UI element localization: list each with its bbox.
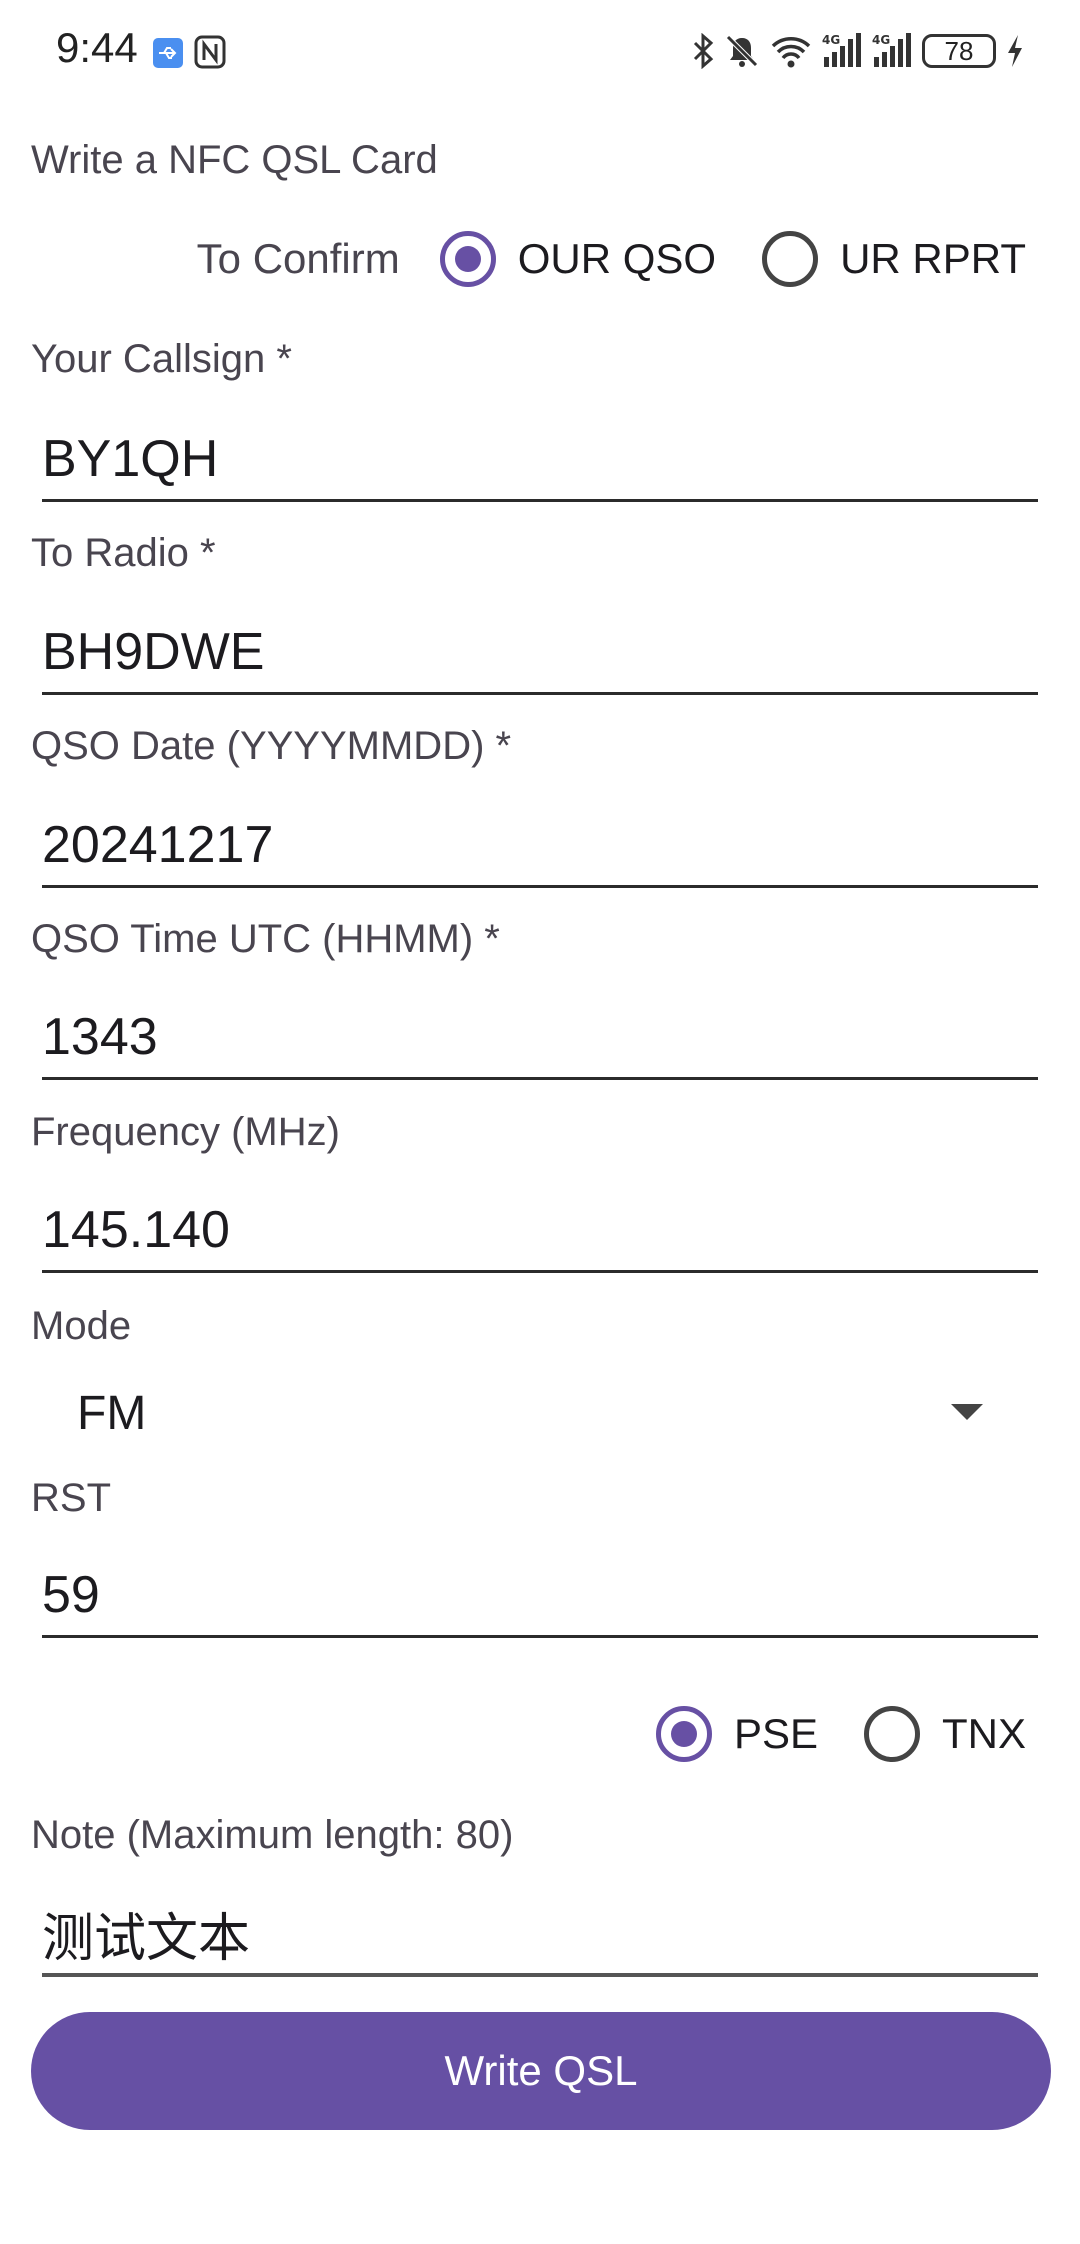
svg-text:4G: 4G	[872, 33, 890, 47]
radio-label: TNX	[942, 1710, 1026, 1757]
dropdown-arrow-icon	[951, 1404, 983, 1420]
mute-icon	[726, 35, 758, 67]
radio-ur-rprt[interactable]: UR RPRT	[762, 231, 1026, 287]
confirm-radio-group: To Confirm OUR QSO UR RPRT	[197, 231, 1026, 287]
radio-our-qso[interactable]: OUR QSO	[439, 231, 762, 287]
wifi-icon	[771, 37, 811, 68]
frequency-input[interactable]	[42, 1190, 1038, 1273]
radio-label: OUR QSO	[517, 235, 717, 282]
radio-tnx[interactable]: TNX	[864, 1706, 1026, 1762]
mode-value: FM	[77, 1387, 147, 1440]
qso-time-label: QSO Time UTC (HHMM) *	[31, 917, 500, 961]
callsign-input[interactable]	[42, 419, 1038, 502]
nfc-icon	[194, 35, 226, 69]
write-qsl-button[interactable]: Write QSL	[31, 2012, 1051, 2130]
signal-4g-icon: 4G	[822, 33, 861, 67]
status-icons: 4G 4G 78	[692, 30, 1024, 72]
qso-date-input[interactable]	[42, 805, 1038, 888]
radio-checked-icon	[439, 231, 496, 287]
status-bar: 9:44 4G 4G 78	[0, 0, 1080, 100]
signal-4g-icon-2: 4G	[872, 33, 911, 67]
to-radio-input[interactable]	[42, 612, 1038, 695]
to-radio-label: To Radio *	[31, 531, 216, 575]
rst-label: RST	[31, 1476, 111, 1520]
frequency-label: Frequency (MHz)	[31, 1110, 340, 1154]
qso-date-label: QSO Date (YYYYMMDD) *	[31, 724, 512, 768]
qsl-radio-group: PSE TNX	[655, 1706, 1026, 1762]
radio-unchecked-icon	[864, 1706, 920, 1762]
mode-label: Mode	[31, 1304, 132, 1348]
confirm-label: To Confirm	[196, 235, 400, 282]
rst-input[interactable]	[42, 1555, 1038, 1638]
status-time: 9:44	[56, 24, 138, 71]
note-label: Note (Maximum length: 80)	[31, 1813, 514, 1857]
mode-select[interactable]: FM	[42, 1374, 1038, 1454]
charging-icon	[1008, 35, 1022, 67]
svg-text:4G: 4G	[822, 33, 840, 47]
radio-label: PSE	[733, 1710, 818, 1757]
note-input[interactable]	[42, 1893, 1038, 1977]
radio-pse[interactable]: PSE	[655, 1706, 864, 1762]
callsign-label: Your Callsign *	[31, 337, 292, 381]
page-title: Write a NFC QSL Card	[31, 138, 438, 182]
radio-label: UR RPRT	[840, 235, 1026, 282]
battery-icon: 78	[922, 34, 996, 68]
bluetooth-icon	[693, 33, 714, 69]
qso-time-input[interactable]	[42, 997, 1038, 1080]
usb-icon	[153, 38, 183, 68]
radio-unchecked-icon	[762, 231, 819, 287]
radio-checked-icon	[655, 1706, 712, 1762]
